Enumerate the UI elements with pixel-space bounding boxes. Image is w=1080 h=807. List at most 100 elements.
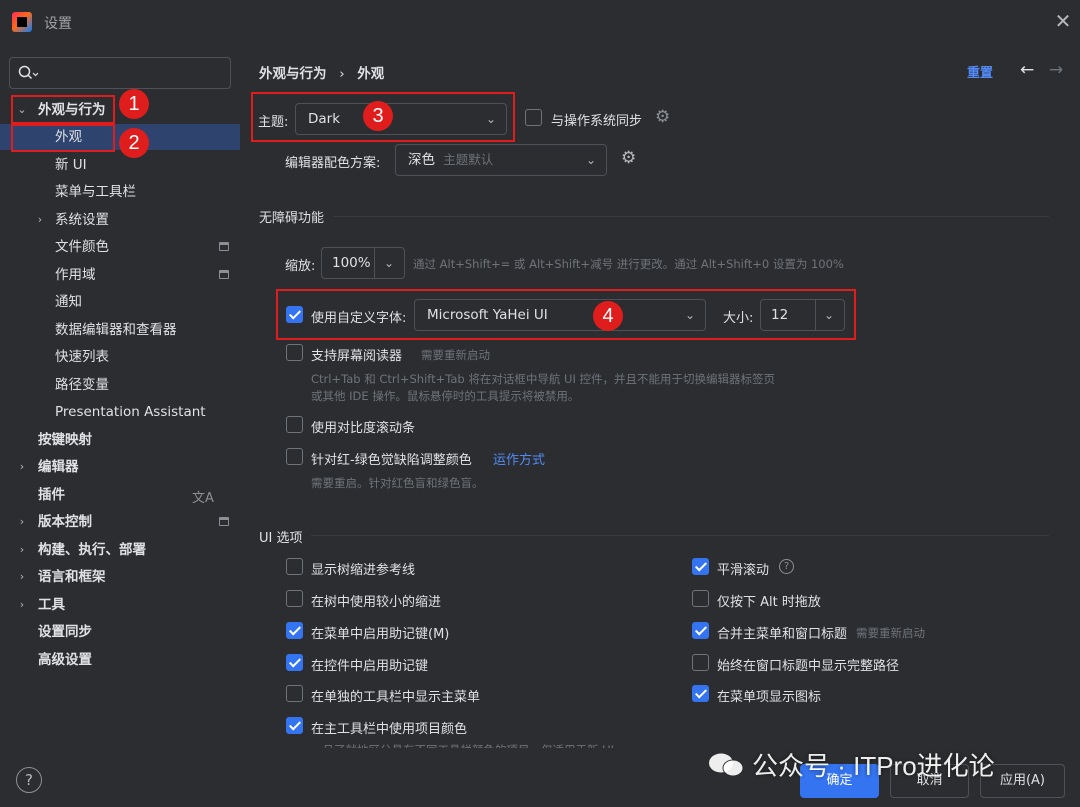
how-it-works-link[interactable]: 运作方式 — [493, 449, 545, 468]
ui-option-label: 在单独的工具栏中显示主菜单 — [311, 690, 481, 705]
sidebar-item-build-execution[interactable]: › 构建、执行、部署 — [0, 537, 240, 563]
forward-arrow-icon[interactable]: → — [1049, 60, 1063, 80]
project-color-desc: 一旦了就地区分具有不同工具栏颜色的项目，仅适用于新 UI — [311, 742, 614, 748]
restart-required-hint: 需要重新启动 — [856, 626, 925, 640]
sidebar-item-new-ui[interactable]: 新 UI — [0, 152, 240, 178]
title-bar: 设置 ✕ — [0, 0, 1080, 44]
editor-scheme-label: 编辑器配色方案: — [285, 156, 381, 171]
app-logo-icon — [12, 12, 32, 32]
annotation-badge-4: 4 — [593, 301, 623, 331]
sidebar-item-system-settings[interactable]: › 系统设置 — [0, 207, 240, 233]
sidebar-item-keymap[interactable]: 按键映射 — [0, 427, 240, 453]
project-level-icon — [219, 270, 229, 279]
sidebar-item-label: 新 UI — [55, 157, 87, 173]
restart-required-hint: 需要重新启动 — [421, 348, 490, 362]
sidebar-item-version-control[interactable]: › 版本控制 — [0, 509, 240, 535]
smooth-scrolling-checkbox[interactable] — [692, 558, 709, 575]
chevron-right-icon[interactable]: › — [15, 564, 29, 590]
sidebar-item-languages-frameworks[interactable]: › 语言和框架 — [0, 564, 240, 590]
zoom-hint: 通过 Alt+Shift+= 或 Alt+Shift+减号 进行更改。通过 Al… — [413, 257, 844, 271]
sidebar-item-settings-sync[interactable]: 设置同步 — [0, 619, 240, 645]
chevron-right-icon[interactable]: › — [15, 537, 29, 563]
screen-reader-checkbox[interactable] — [286, 344, 303, 361]
search-input[interactable] — [9, 57, 231, 89]
sidebar-item-presentation-assistant[interactable]: Presentation Assistant — [0, 399, 240, 425]
watermark-text: 公众号 · ITPro进化论 — [752, 751, 995, 781]
contrast-scrollbar-label: 使用对比度滚动条 — [311, 421, 416, 436]
separate-main-menu-checkbox[interactable] — [286, 685, 303, 702]
sidebar-item-label: 数据编辑器和查看器 — [55, 322, 177, 338]
back-arrow-icon[interactable]: ← — [1020, 60, 1034, 80]
control-mnemonics-checkbox[interactable] — [286, 654, 303, 671]
settings-dialog: 设置 ✕ ⌄ 外观与行为 外观 新 UI 菜单与工具栏 › 系统设置 文件颜色 … — [0, 0, 1080, 807]
gear-icon[interactable]: ⚙ — [621, 148, 636, 168]
annotation-box-2 — [11, 124, 115, 152]
project-color-toolbar-checkbox[interactable] — [286, 717, 303, 734]
color-deficiency-label: 针对红-绿色觉缺陷调整颜色 — [311, 453, 472, 468]
chevron-right-icon[interactable]: › — [15, 592, 29, 618]
ui-option-label: 在菜单项显示图标 — [717, 690, 822, 705]
section-divider — [333, 216, 1049, 217]
sidebar-item-label: 设置同步 — [38, 624, 92, 640]
sidebar-item-editor[interactable]: › 编辑器 — [0, 454, 240, 480]
sidebar-item-path-variables[interactable]: 路径变量 — [0, 372, 240, 398]
reset-button[interactable]: 重置 — [967, 62, 993, 81]
zoom-value: 100% — [332, 255, 371, 271]
chevron-right-icon[interactable]: › — [15, 454, 29, 480]
sidebar-item-advanced-settings[interactable]: 高级设置 — [0, 647, 240, 673]
ui-option-label: 合并主菜单和窗口标题 — [717, 627, 848, 642]
window-title: 设置 — [44, 16, 72, 32]
dropdown-divider — [374, 248, 375, 278]
sidebar-item-menus-toolbars[interactable]: 菜单与工具栏 — [0, 179, 240, 205]
menu-icons-checkbox[interactable] — [692, 685, 709, 702]
sidebar-item-label: 路径变量 — [55, 377, 109, 393]
color-deficiency-checkbox[interactable] — [286, 448, 303, 465]
ui-option-label: 在主工具栏中使用项目颜色 — [311, 722, 468, 737]
wechat-icon — [709, 753, 744, 777]
help-question-icon[interactable]: ? — [779, 559, 794, 574]
sidebar-item-quick-lists[interactable]: 快速列表 — [0, 344, 240, 370]
sidebar-item-label: 文件颜色 — [55, 239, 109, 255]
screen-reader-desc-2: 或其他 IDE 操作。鼠标悬停时的工具提示将被禁用。 — [311, 389, 580, 403]
zoom-label: 缩放: — [285, 259, 316, 274]
contrast-scrollbar-checkbox[interactable] — [286, 416, 303, 433]
sidebar-item-file-colors[interactable]: 文件颜色 — [0, 234, 240, 260]
sidebar-item-label: 系统设置 — [55, 212, 109, 228]
merge-menu-title-checkbox[interactable] — [692, 622, 709, 639]
annotation-box-1 — [11, 95, 115, 124]
sidebar-item-label: 作用域 — [55, 267, 96, 283]
screen-reader-desc-1: Ctrl+Tab 和 Ctrl+Shift+Tab 将在对话框中导航 UI 控件… — [311, 372, 775, 386]
sidebar-item-scopes[interactable]: 作用域 — [0, 262, 240, 288]
chevron-down-icon: ⌄ — [585, 153, 596, 167]
breadcrumb-parent[interactable]: 外观与行为 — [259, 66, 327, 82]
smaller-indent-checkbox[interactable] — [286, 590, 303, 607]
breadcrumb: 外观与行为 › 外观 — [259, 62, 384, 82]
menu-mnemonics-checkbox[interactable] — [286, 622, 303, 639]
sidebar-item-label: 快速列表 — [55, 349, 109, 365]
sync-os-label: 与操作系统同步 — [551, 114, 643, 129]
zoom-dropdown[interactable]: 100% ⌄ — [321, 247, 405, 279]
sidebar-item-tools[interactable]: › 工具 — [0, 592, 240, 618]
close-icon[interactable]: ✕ — [1052, 10, 1074, 32]
annotation-badge-3: 3 — [363, 101, 393, 131]
chevron-right-icon[interactable]: › — [33, 207, 47, 233]
ui-option-label: 显示树缩进参考线 — [311, 563, 416, 578]
dnd-alt-checkbox[interactable] — [692, 590, 709, 607]
help-button[interactable]: ? — [16, 767, 42, 793]
accessibility-section-title: 无障碍功能 — [259, 211, 325, 226]
ui-option-label: 在菜单中启用助记键(M) — [311, 627, 450, 642]
editor-scheme-dropdown[interactable]: 深色 主题默认 ⌄ — [395, 144, 607, 176]
chevron-right-icon[interactable]: › — [15, 509, 29, 535]
annotation-box-4 — [276, 289, 856, 340]
ui-options-section-title: UI 选项 — [259, 531, 303, 546]
chevron-down-icon: ⌄ — [383, 256, 394, 270]
sidebar-item-notifications[interactable]: 通知 — [0, 289, 240, 315]
full-path-title-checkbox[interactable] — [692, 654, 709, 671]
sync-os-checkbox[interactable] — [525, 109, 542, 126]
sidebar-item-plugins[interactable]: 插件 文A — [0, 482, 240, 508]
gear-icon[interactable]: ⚙ — [655, 107, 670, 127]
tree-indent-guides-checkbox[interactable] — [286, 558, 303, 575]
sidebar-item-data-editor[interactable]: 数据编辑器和查看器 — [0, 317, 240, 343]
project-level-icon — [219, 517, 229, 526]
ui-option-label: 平滑滚动 — [717, 563, 770, 578]
